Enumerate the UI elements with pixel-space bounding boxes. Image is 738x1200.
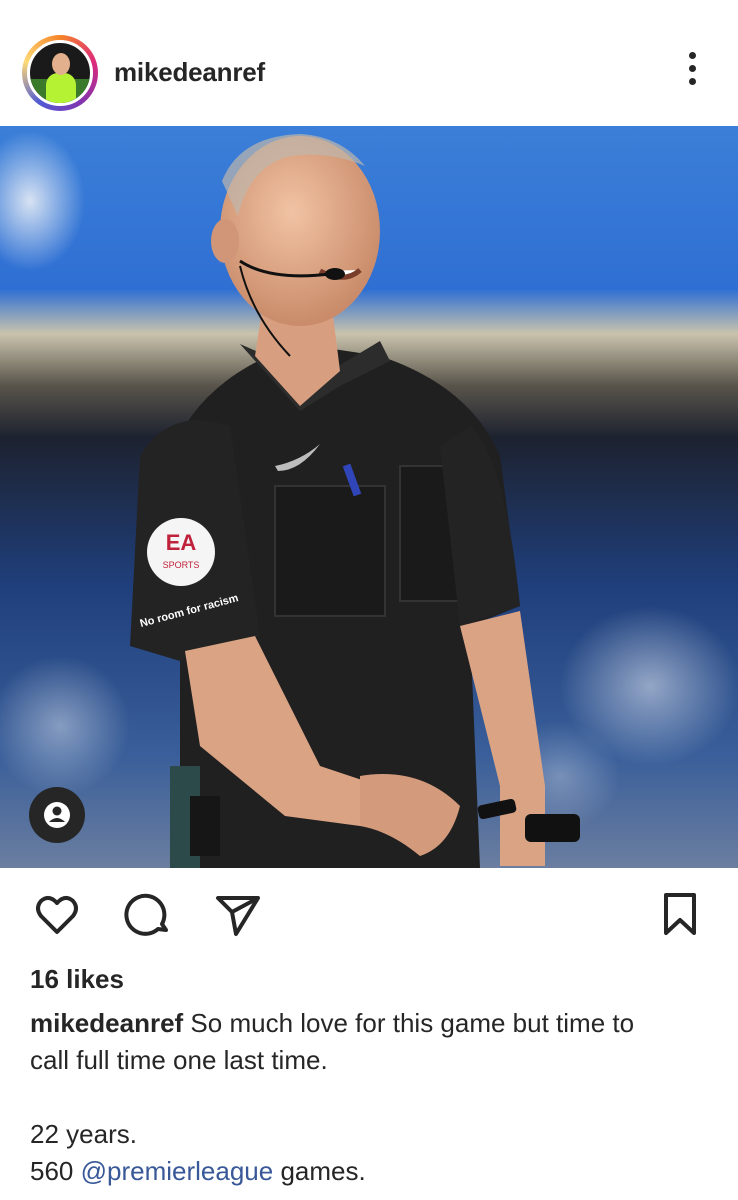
caption-line4-prefix: 560 [30,1156,74,1186]
post-caption: mikedeanref So much love for this game b… [30,1005,710,1190]
story-ring[interactable] [22,35,98,111]
action-bar [0,868,738,958]
caption-line4-suffix: games. [280,1156,366,1186]
svg-text:SPORTS: SPORTS [163,560,200,570]
caption-text-line2: call full time one last time. [30,1045,328,1075]
post-username[interactable]: mikedeanref [114,57,265,88]
likes-count[interactable]: 16 likes [30,964,124,995]
caption-username[interactable]: mikedeanref [30,1008,183,1038]
send-icon[interactable] [214,890,262,938]
referee-photo: EA SPORTS No room for racism [0,126,738,868]
heart-icon[interactable] [33,890,81,938]
avatar[interactable] [27,40,93,106]
ea-badge-text: EA [166,530,197,555]
caption-text-line1: So much love for this game but time to [190,1008,635,1038]
mention-link[interactable]: @premierleague [81,1156,274,1186]
user-tag-icon[interactable] [29,787,85,843]
post-photo[interactable]: EA SPORTS No room for racism [0,126,738,868]
bookmark-icon[interactable] [656,890,704,938]
comment-icon[interactable] [124,890,172,938]
post-header: mikedeanref [0,0,738,126]
caption-text-line3: 22 years. [30,1119,137,1149]
more-vertical-icon[interactable] [680,52,704,92]
